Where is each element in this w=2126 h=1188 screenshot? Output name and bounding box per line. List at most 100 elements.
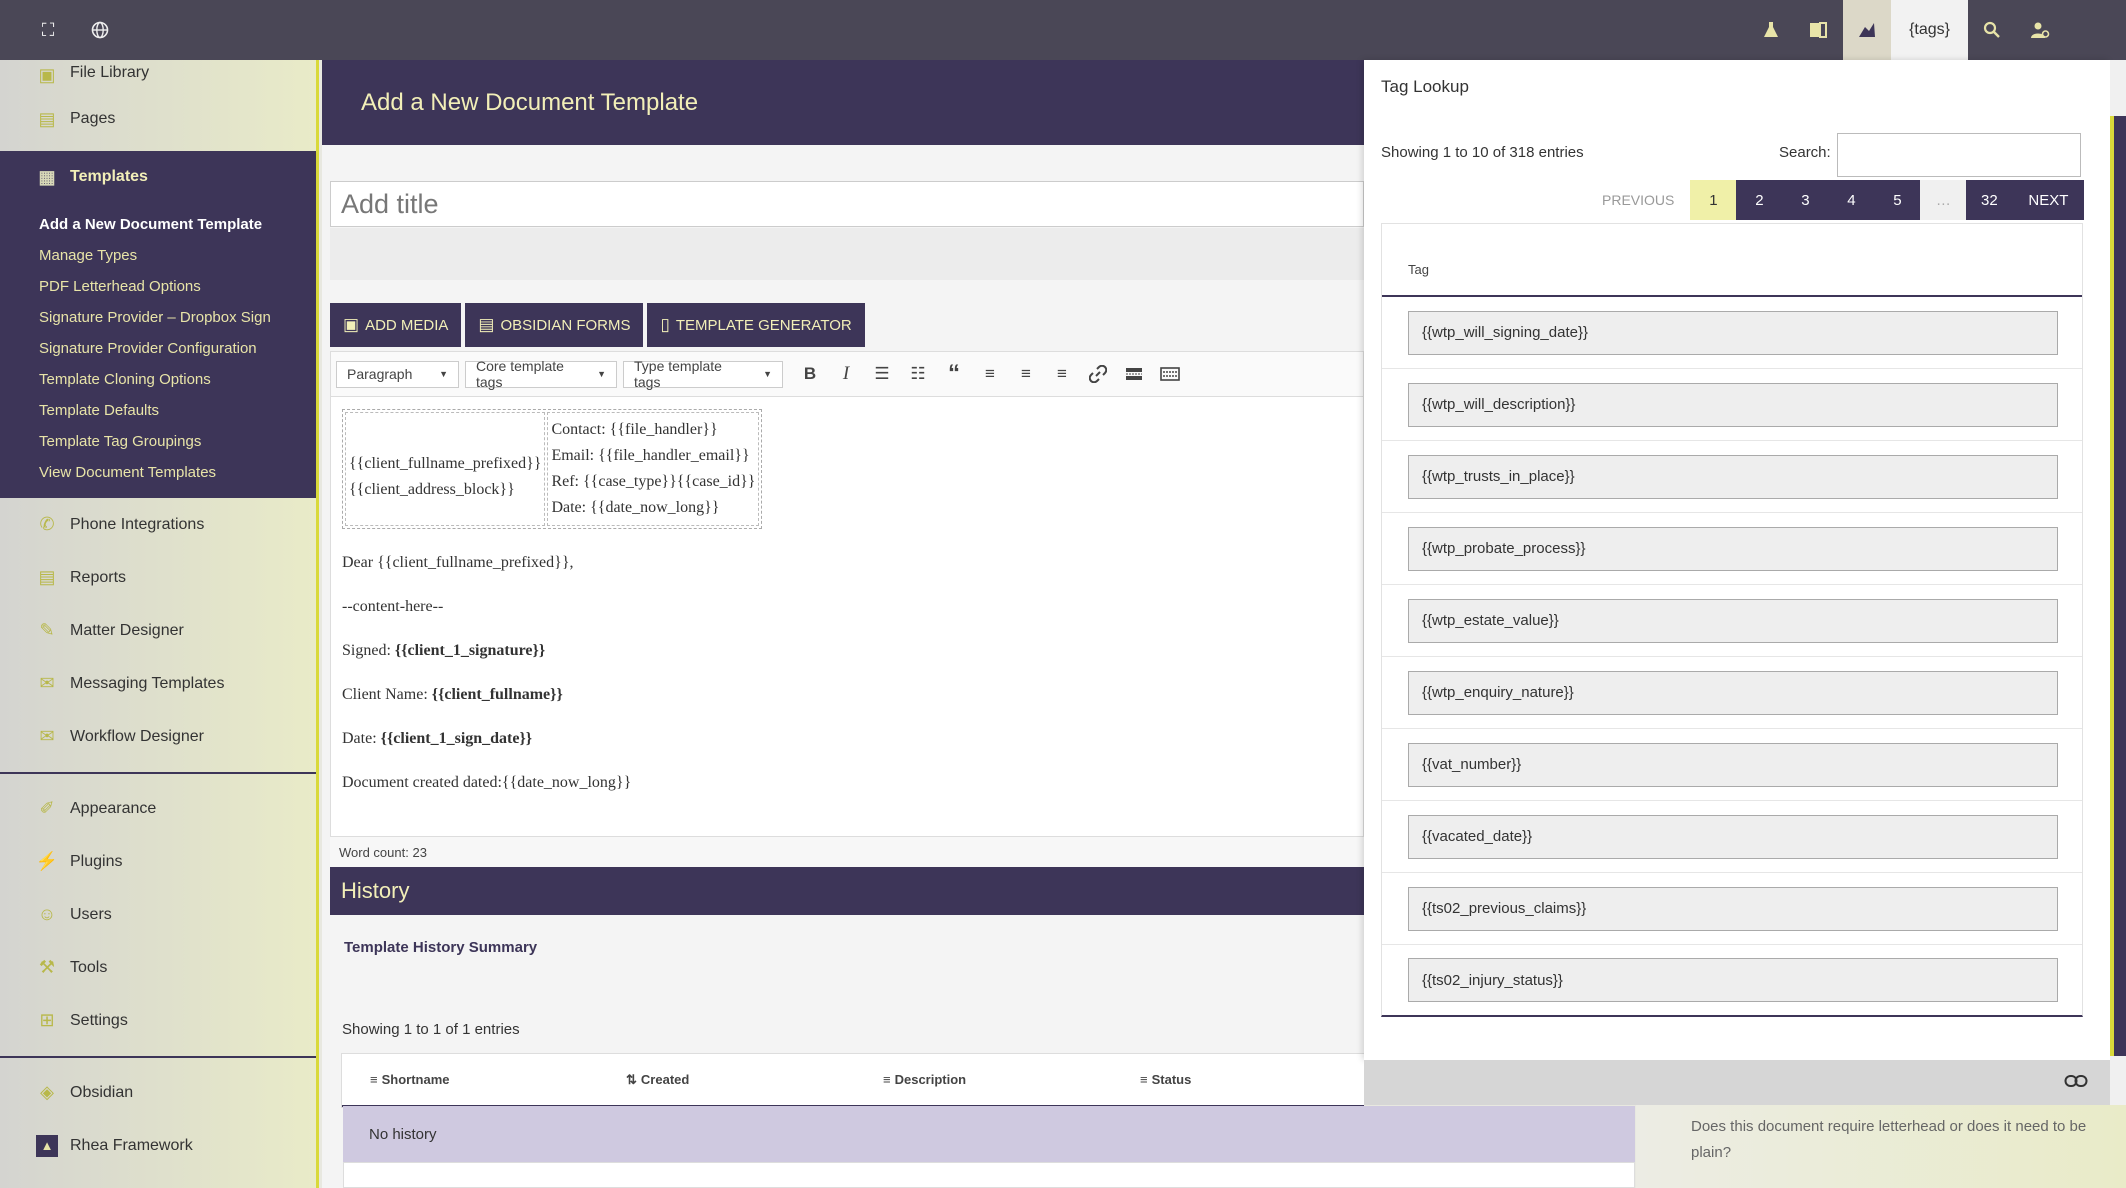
sidebar-item-label: Users: [70, 905, 112, 923]
sidebar-item-users[interactable]: ☺ Users: [0, 888, 316, 941]
title-input[interactable]: [341, 188, 1363, 220]
tag-item[interactable]: {{ts02_injury_status}}: [1408, 958, 2058, 1002]
submenu-template-defaults[interactable]: Template Defaults: [0, 395, 316, 426]
sidebar-item-reports[interactable]: ▤ Reports: [0, 551, 316, 604]
tag-item[interactable]: {{wtp_trusts_in_place}}: [1408, 454, 2058, 499]
tag-item[interactable]: {{vat_number}}: [1408, 742, 2058, 787]
core-tags-select[interactable]: Core template tags ▼: [465, 358, 617, 390]
letter-header-table: {{client_fullname_prefixed}} {{client_ad…: [342, 409, 763, 529]
book-icon[interactable]: [1795, 0, 1843, 60]
search-icon[interactable]: [1968, 0, 2016, 60]
fullscreen-icon[interactable]: ⛶: [38, 0, 58, 60]
envelope-icon: ✉: [39, 673, 55, 693]
tag-item[interactable]: {{wtp_will_description}}: [1408, 382, 2058, 427]
blockquote-icon[interactable]: “: [939, 359, 969, 389]
sort-icon: ≡: [883, 1072, 891, 1087]
submenu-tag-groupings[interactable]: Template Tag Groupings: [0, 426, 316, 457]
submenu-view-templates[interactable]: View Document Templates: [0, 457, 316, 488]
sidebar-item-label: Pages: [70, 110, 116, 127]
wrench-icon: ⚒: [38, 957, 56, 977]
table-row: {{wtp_will_description}}: [1382, 369, 2082, 441]
editor: Paragraph ▼ Core template tags ▼ Type te…: [330, 351, 1364, 869]
column-created[interactable]: ⇅ Created: [626, 1072, 883, 1088]
sidebar-item-messaging-templates[interactable]: ✉ Messaging Templates: [0, 657, 316, 710]
column-label: Shortname: [381, 1072, 450, 1087]
phone-icon: ✆: [39, 514, 55, 534]
type-tags-select[interactable]: Type template tags ▼: [623, 358, 783, 390]
history-empty-row: No history: [343, 1106, 1635, 1162]
tag-item[interactable]: {{vacated_date}}: [1408, 814, 2058, 859]
align-center-icon[interactable]: ≡: [1011, 359, 1041, 389]
pagination-previous[interactable]: PREVIOUS: [1586, 180, 1690, 220]
submenu-add-new-template[interactable]: Add a New Document Template: [0, 209, 316, 240]
pagination-page-5[interactable]: 5: [1874, 180, 1921, 220]
sidebar-item-appearance[interactable]: ✐ Appearance: [0, 782, 316, 835]
submenu-signature-config[interactable]: Signature Provider Configuration: [0, 333, 316, 364]
tag-item[interactable]: {{wtp_will_signing_date}}: [1408, 310, 2058, 355]
sidebar-item-pages[interactable]: ▤ Pages: [0, 87, 316, 151]
add-media-button[interactable]: ▣ ADD MEDIA: [330, 303, 462, 347]
read-more-icon[interactable]: [1119, 359, 1149, 389]
forms-icon: ▤: [478, 315, 495, 334]
sidebar-item-rhea-framework[interactable]: ▲ Rhea Framework: [0, 1119, 316, 1172]
add-media-label: ADD MEDIA: [365, 316, 449, 334]
sidebar-item-obsidian[interactable]: ◈ Obsidian: [0, 1066, 316, 1119]
client-name-value: {{client_fullname}}: [431, 686, 563, 703]
obsidian-forms-button[interactable]: ▤ OBSIDIAN FORMS: [465, 303, 644, 347]
tag-item[interactable]: {{wtp_estate_value}}: [1408, 598, 2058, 643]
pagination-page-3[interactable]: 3: [1782, 180, 1829, 220]
submenu-manage-types[interactable]: Manage Types: [0, 240, 316, 271]
sidebar-item-file-library[interactable]: ▣ File Library: [0, 60, 316, 87]
pagination-page-1[interactable]: 1: [1690, 180, 1737, 220]
date-line: Date: {{date_now_long}}: [551, 499, 720, 516]
tag-item[interactable]: {{wtp_enquiry_nature}}: [1408, 670, 2058, 715]
ref-line: Ref: {{case_type}}{{case_id}}: [551, 473, 756, 490]
sidebar-item-settings[interactable]: ⊞ Settings: [0, 994, 316, 1047]
sidebar-item-label: Settings: [70, 1011, 128, 1029]
globe-icon[interactable]: [90, 0, 110, 60]
submenu-signature-dropbox[interactable]: Signature Provider – Dropbox Sign: [0, 302, 316, 333]
sidebar-item-tools[interactable]: ⚒ Tools: [0, 941, 316, 994]
sign-date-line: Date: {{client_1_sign_date}}: [342, 723, 1352, 754]
editor-content[interactable]: {{client_fullname_prefixed}} {{client_ad…: [331, 397, 1363, 810]
tag-search-input[interactable]: [1837, 133, 2081, 177]
numbered-list-icon[interactable]: ☷: [903, 359, 933, 389]
sidebar-item-templates[interactable]: ▦ Templates: [0, 151, 316, 203]
align-right-icon[interactable]: ≡: [1047, 359, 1077, 389]
pagination-page-last[interactable]: 32: [1966, 180, 2013, 220]
pagination-page-4[interactable]: 4: [1828, 180, 1875, 220]
submenu-template-cloning[interactable]: Template Cloning Options: [0, 364, 316, 395]
flask-icon[interactable]: [1747, 0, 1795, 60]
pagination-next[interactable]: NEXT: [2012, 180, 2085, 220]
rhea-icon[interactable]: [1843, 0, 1892, 60]
signed-value: {{client_1_signature}}: [394, 642, 546, 659]
link-icon[interactable]: [2064, 1071, 2088, 1094]
tags-button[interactable]: {tags}: [1891, 0, 1968, 60]
align-left-icon[interactable]: ≡: [975, 359, 1005, 389]
italic-icon[interactable]: I: [831, 359, 861, 389]
template-generator-button[interactable]: ▯ TEMPLATE GENERATOR: [647, 303, 865, 347]
column-description[interactable]: ≡ Description: [883, 1072, 1140, 1087]
tag-item[interactable]: {{ts02_previous_claims}}: [1408, 886, 2058, 931]
contact-line: Contact: {{file_handler}}: [551, 421, 718, 438]
address-line: {{client_fullname_prefixed}}: [349, 455, 542, 472]
sidebar-item-phone-integrations[interactable]: ✆ Phone Integrations: [0, 498, 316, 551]
book-icon: ▯: [660, 315, 670, 334]
pagination-ellipsis: …: [1920, 180, 1967, 220]
link-icon[interactable]: [1083, 359, 1113, 389]
tag-column-header[interactable]: Tag: [1382, 224, 2082, 297]
user-cog-icon[interactable]: [2016, 0, 2064, 60]
pagination-page-2[interactable]: 2: [1736, 180, 1783, 220]
tag-item[interactable]: {{wtp_probate_process}}: [1408, 526, 2058, 571]
format-select[interactable]: Paragraph ▼: [336, 360, 459, 388]
submenu-pdf-letterhead[interactable]: PDF Letterhead Options: [0, 271, 316, 302]
sidebar-item-matter-designer[interactable]: ✎ Matter Designer: [0, 604, 316, 657]
bullet-list-icon[interactable]: ☰: [867, 359, 897, 389]
bold-icon[interactable]: B: [795, 359, 825, 389]
sidebar-item-plugins[interactable]: ⚡ Plugins: [0, 835, 316, 888]
column-shortname[interactable]: ≡ Shortname: [370, 1072, 626, 1087]
column-status[interactable]: ≡ Status: [1140, 1072, 1191, 1087]
keyboard-icon[interactable]: [1155, 359, 1185, 389]
sidebar-item-workflow-designer[interactable]: ✉ Workflow Designer: [0, 710, 316, 763]
tag-lookup-panel: Tag Lookup Showing 1 to 10 of 318 entrie…: [1364, 60, 2110, 1060]
